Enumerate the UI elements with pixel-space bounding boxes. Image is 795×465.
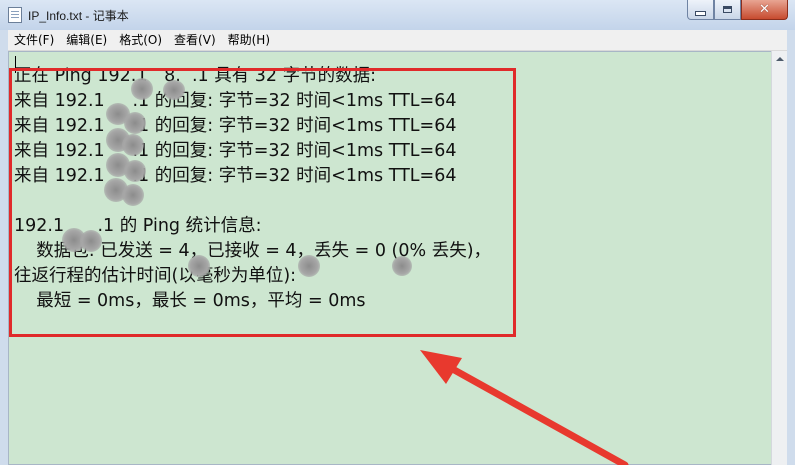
menu-edit[interactable]: 编辑(E)	[60, 30, 113, 50]
vertical-scrollbar[interactable]	[771, 51, 787, 465]
minimize-icon	[695, 10, 706, 16]
menu-view[interactable]: 查看(V)	[168, 30, 222, 50]
menu-help[interactable]: 帮助(H)	[222, 30, 276, 50]
scroll-up-arrow-icon	[775, 57, 784, 61]
scroll-up-button[interactable]	[772, 51, 787, 67]
menu-format[interactable]: 格式(O)	[113, 30, 168, 50]
maximize-button[interactable]	[714, 0, 741, 20]
close-icon: ✕	[759, 2, 770, 17]
menu-bar: 文件(F) 编辑(E) 格式(O) 查看(V) 帮助(H)	[8, 30, 787, 51]
highlight-box	[9, 68, 516, 337]
window-frame-left	[0, 30, 8, 465]
title-bar[interactable]: IP_Info.txt - 记事本 ✕	[0, 0, 795, 30]
window-title: IP_Info.txt - 记事本	[28, 9, 129, 23]
minimize-button[interactable]	[687, 0, 714, 20]
window-frame-right	[787, 30, 795, 465]
menu-file[interactable]: 文件(F)	[8, 30, 60, 50]
maximize-icon	[723, 6, 732, 13]
notepad-icon	[8, 7, 22, 23]
close-button[interactable]: ✕	[741, 0, 788, 20]
